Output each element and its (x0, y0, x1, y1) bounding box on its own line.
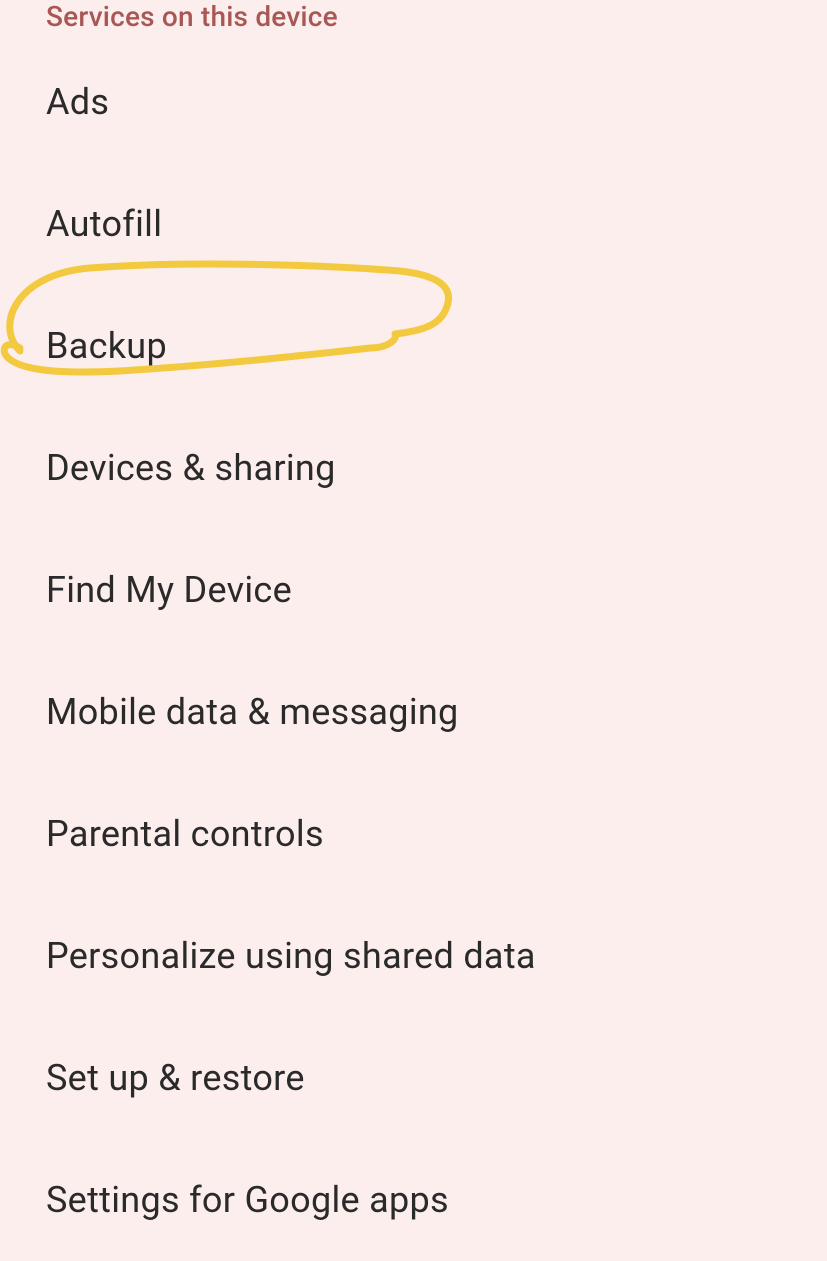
settings-item-label: Ads (46, 81, 109, 123)
section-header: Services on this device (0, 0, 827, 41)
settings-item-backup[interactable]: Backup (0, 285, 827, 407)
settings-item-devices-sharing[interactable]: Devices & sharing (0, 407, 827, 529)
settings-item-label: Personalize using shared data (46, 935, 536, 977)
settings-item-label: Devices & sharing (46, 447, 336, 489)
settings-item-label: Set up & restore (46, 1057, 305, 1099)
settings-item-mobile-data-messaging[interactable]: Mobile data & messaging (0, 651, 827, 773)
settings-item-label: Backup (46, 325, 167, 367)
settings-item-label: Parental controls (46, 813, 324, 855)
settings-item-autofill[interactable]: Autofill (0, 163, 827, 285)
settings-item-settings-google-apps[interactable]: Settings for Google apps (0, 1139, 827, 1261)
settings-item-label: Mobile data & messaging (46, 691, 459, 733)
settings-item-label: Settings for Google apps (46, 1179, 449, 1221)
settings-item-find-my-device[interactable]: Find My Device (0, 529, 827, 651)
settings-item-setup-restore[interactable]: Set up & restore (0, 1017, 827, 1139)
settings-item-personalize-shared-data[interactable]: Personalize using shared data (0, 895, 827, 1017)
settings-item-parental-controls[interactable]: Parental controls (0, 773, 827, 895)
settings-item-ads[interactable]: Ads (0, 41, 827, 163)
settings-item-label: Autofill (46, 203, 162, 245)
settings-item-label: Find My Device (46, 569, 292, 611)
settings-list: Ads Autofill Backup Devices & sharing Fi… (0, 41, 827, 1261)
